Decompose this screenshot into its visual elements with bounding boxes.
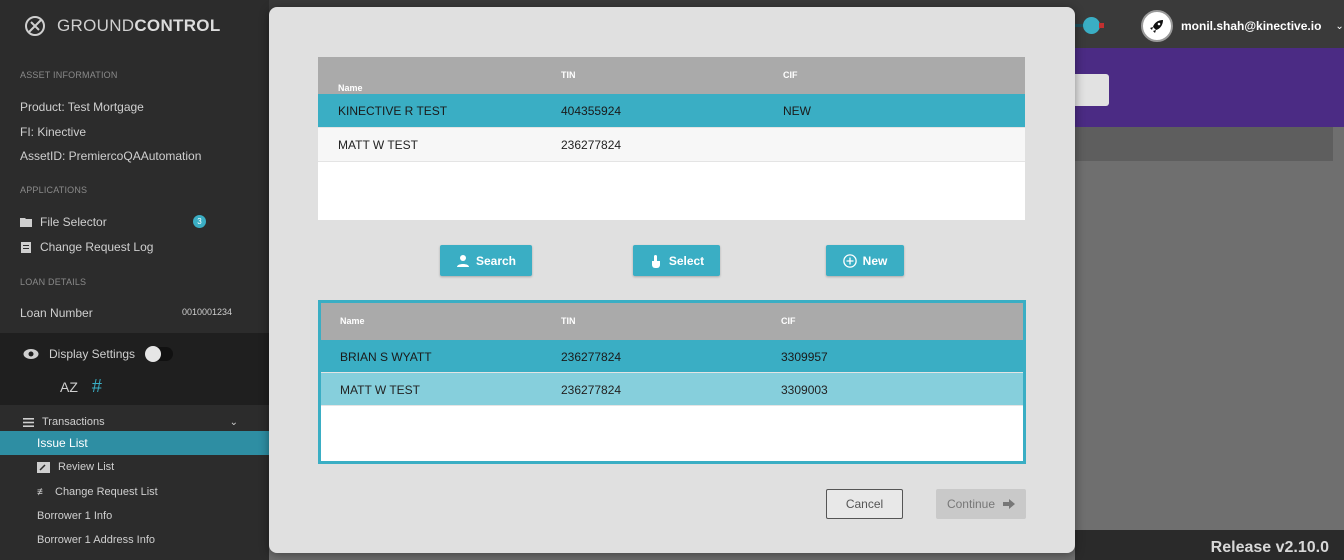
review-list-label: Review List	[58, 461, 115, 473]
display-settings-row: Display Settings	[23, 346, 174, 362]
table-row[interactable]: KINECTIVE R TEST 404355924 NEW	[318, 94, 1025, 128]
sidebar-item-borrower-address[interactable]: Borrower 1 Address Info	[37, 534, 155, 546]
content-strip	[1075, 127, 1333, 161]
plus-circle-icon	[842, 253, 857, 268]
existing-records-table: Name TIN CIF BRIAN S WYATT 236277824 330…	[318, 300, 1026, 464]
table-row[interactable]: MATT W TEST 236277824	[318, 128, 1025, 162]
hash-icon[interactable]: #	[92, 376, 102, 397]
sidebar-item-change-request-list[interactable]: ≢ Change Request List	[37, 486, 158, 498]
continue-button-label: Continue	[946, 497, 996, 511]
column-header-tin[interactable]: TIN	[561, 316, 576, 326]
brand-name: GROUNDCONTROL	[57, 16, 221, 35]
banner-button[interactable]	[1075, 74, 1109, 106]
cell-name: MATT W TEST	[338, 138, 418, 152]
clipboard-icon	[21, 242, 31, 253]
customer-search-modal: Name TIN CIF KINECTIVE R TEST 404355924 …	[269, 7, 1075, 553]
chevron-down-icon: ⌄	[229, 416, 238, 428]
sidebar-item-issue-list[interactable]: Issue List	[0, 431, 269, 455]
table-header: Name TIN CIF	[321, 303, 1023, 340]
loan-number-label: Loan Number	[20, 306, 93, 320]
fi-info: FI: Kinective	[20, 125, 87, 139]
app-logo[interactable]: GROUNDCONTROL	[23, 14, 221, 38]
new-button-label: New	[862, 253, 888, 268]
cell-name: KINECTIVE R TEST	[338, 104, 448, 118]
sort-options: AZ #	[60, 376, 102, 397]
loan-number-value: 0010001234	[182, 307, 233, 317]
cell-tin: 236277824	[561, 383, 622, 397]
cell-tin: 236277824	[561, 350, 622, 364]
new-button[interactable]: New	[826, 245, 904, 276]
cell-cif: NEW	[783, 104, 811, 118]
cell-name: BRIAN S WYATT	[340, 350, 432, 364]
review-icon	[37, 461, 50, 473]
sort-az-icon[interactable]: AZ	[60, 379, 78, 395]
cell-tin: 404355924	[561, 104, 622, 118]
table-row[interactable]: MATT W TEST 236277824 3309003	[321, 373, 1023, 406]
file-selector-badge: 3	[193, 215, 206, 228]
column-header-cif[interactable]: CIF	[781, 316, 796, 326]
transactions-label: Transactions	[42, 416, 105, 428]
transactions-toggle[interactable]: Transactions ⌄	[23, 416, 238, 428]
select-button[interactable]: Select	[633, 245, 720, 276]
release-label: Release v2.10.0	[1075, 530, 1344, 560]
folder-icon	[20, 218, 32, 227]
display-settings-toggle[interactable]	[145, 346, 174, 362]
header-banner	[1075, 48, 1344, 127]
file-selector-label: File Selector	[40, 215, 107, 229]
sidebar-item-review-list[interactable]: Review List	[37, 461, 114, 473]
product-info: Product: Test Mortgage	[20, 100, 144, 114]
user-menu[interactable]: monil.shah@kinective.io ⌄	[1141, 10, 1344, 42]
cell-name: MATT W TEST	[340, 383, 420, 397]
search-button[interactable]: Search	[440, 245, 532, 276]
sidebar-item-change-request-log[interactable]: Change Request Log	[20, 240, 153, 254]
asset-id-info: AssetID: PremiercoQAAutomation	[20, 149, 202, 163]
user-email: monil.shah@kinective.io	[1181, 19, 1322, 33]
change-request-list-label: Change Request List	[55, 486, 158, 498]
display-settings-panel	[0, 333, 269, 405]
logo-icon	[25, 16, 45, 36]
table-header: Name TIN CIF	[318, 57, 1025, 97]
cancel-button[interactable]: Cancel	[826, 489, 903, 519]
column-header-name[interactable]: Name	[340, 316, 365, 326]
person-icon	[456, 254, 469, 267]
display-settings-label: Display Settings	[49, 347, 136, 361]
column-header-cif[interactable]: CIF	[783, 70, 798, 80]
rocket-icon	[1141, 10, 1173, 42]
applications-title: APPLICATIONS	[20, 185, 88, 195]
column-header-tin[interactable]: TIN	[561, 70, 576, 80]
cell-cif: 3309957	[781, 350, 828, 364]
sidebar: GROUNDCONTROL ASSET INFORMATION Product:…	[0, 0, 269, 560]
sidebar-item-borrower-info[interactable]: Borrower 1 Info	[37, 510, 112, 522]
table-row[interactable]: BRIAN S WYATT 236277824 3309957	[321, 340, 1023, 373]
chevron-down-icon: ⌄	[1335, 20, 1344, 32]
list-icon	[23, 417, 34, 427]
search-button-label: Search	[475, 253, 517, 268]
change-request-log-label: Change Request Log	[40, 240, 154, 254]
loan-details-title: LOAN DETAILS	[20, 277, 87, 287]
pointer-hand-icon	[651, 254, 660, 268]
select-button-label: Select	[668, 253, 705, 268]
search-results-table: Name TIN CIF KINECTIVE R TEST 404355924 …	[318, 57, 1025, 220]
asset-info-title: ASSET INFORMATION	[20, 70, 118, 80]
cell-tin: 236277824	[561, 138, 622, 152]
continue-button[interactable]: Continue	[936, 489, 1026, 519]
change-list-icon: ≢	[37, 486, 47, 498]
arrow-right-icon	[1003, 499, 1016, 509]
eye-icon	[23, 349, 39, 359]
slider-indicator	[1099, 23, 1104, 28]
sidebar-item-file-selector[interactable]: File Selector	[20, 215, 107, 229]
slider-knob[interactable]	[1083, 17, 1100, 34]
cell-cif: 3309003	[781, 383, 828, 397]
